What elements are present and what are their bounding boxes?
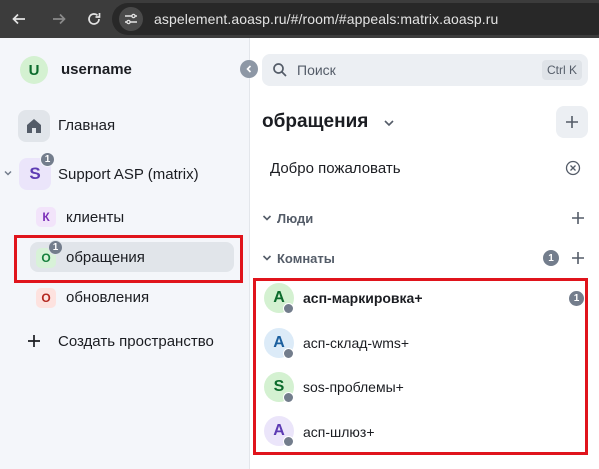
close-icon[interactable] bbox=[565, 160, 581, 176]
search-placeholder: Поиск bbox=[297, 62, 336, 78]
highlight-box bbox=[253, 278, 588, 455]
section-unread-badge: 1 bbox=[543, 250, 559, 266]
home-icon bbox=[27, 119, 41, 133]
reload-button[interactable] bbox=[82, 7, 106, 31]
reload-icon bbox=[88, 13, 101, 25]
chevron-down-icon[interactable] bbox=[261, 252, 273, 264]
browser-toolbar: aspelement.aoasp.ru/#/room/#appeals:matr… bbox=[0, 0, 599, 38]
url-text: aspelement.aoasp.ru/#/room/#appeals:matr… bbox=[154, 11, 499, 27]
subspace-label-updates[interactable]: обновления bbox=[66, 289, 149, 306]
tune-icon bbox=[125, 13, 137, 25]
add-room-button[interactable] bbox=[556, 106, 588, 138]
space-unread-badge: 1 bbox=[40, 152, 55, 167]
address-bar[interactable]: aspelement.aoasp.ru/#/room/#appeals:matr… bbox=[112, 3, 599, 35]
plus-icon[interactable] bbox=[571, 251, 585, 265]
collapse-sidebar-button[interactable] bbox=[240, 60, 258, 78]
home-button[interactable] bbox=[18, 110, 50, 142]
subspace-avatar[interactable]: К bbox=[36, 207, 56, 227]
back-button[interactable] bbox=[7, 7, 31, 31]
welcome-item[interactable]: Добро пожаловать bbox=[270, 160, 401, 177]
chevron-down-icon bbox=[4, 170, 12, 176]
search-icon bbox=[273, 63, 287, 77]
plus-icon[interactable] bbox=[571, 211, 585, 225]
create-space-label[interactable]: Создать пространство bbox=[58, 333, 214, 350]
subspace-label-clients[interactable]: клиенты bbox=[66, 209, 124, 226]
site-info-button[interactable] bbox=[119, 7, 143, 31]
search-input[interactable]: Поиск Ctrl K bbox=[262, 54, 588, 86]
arrow-left-icon bbox=[12, 13, 25, 25]
space-title[interactable]: обращения bbox=[262, 111, 368, 133]
username-label[interactable]: username bbox=[61, 61, 132, 78]
shortcut-hint: Ctrl K bbox=[542, 60, 582, 80]
create-space-button[interactable] bbox=[26, 333, 42, 349]
space-expand-toggle[interactable] bbox=[2, 167, 14, 179]
chevron-down-icon[interactable] bbox=[382, 116, 396, 130]
plus-icon bbox=[28, 335, 40, 347]
forward-button[interactable] bbox=[47, 7, 71, 31]
section-people-label[interactable]: Люди bbox=[277, 211, 313, 226]
highlight-box bbox=[14, 235, 243, 283]
chevron-down-icon[interactable] bbox=[261, 212, 273, 224]
user-avatar[interactable]: U bbox=[20, 56, 48, 84]
home-label[interactable]: Главная bbox=[58, 117, 115, 134]
chevron-left-icon bbox=[246, 65, 252, 73]
plus-icon bbox=[566, 116, 578, 128]
arrow-right-icon bbox=[53, 13, 66, 25]
section-rooms-label[interactable]: Комнаты bbox=[277, 251, 335, 266]
space-name[interactable]: Support ASP (matrix) bbox=[58, 166, 199, 183]
subspace-avatar[interactable]: О bbox=[36, 288, 56, 308]
